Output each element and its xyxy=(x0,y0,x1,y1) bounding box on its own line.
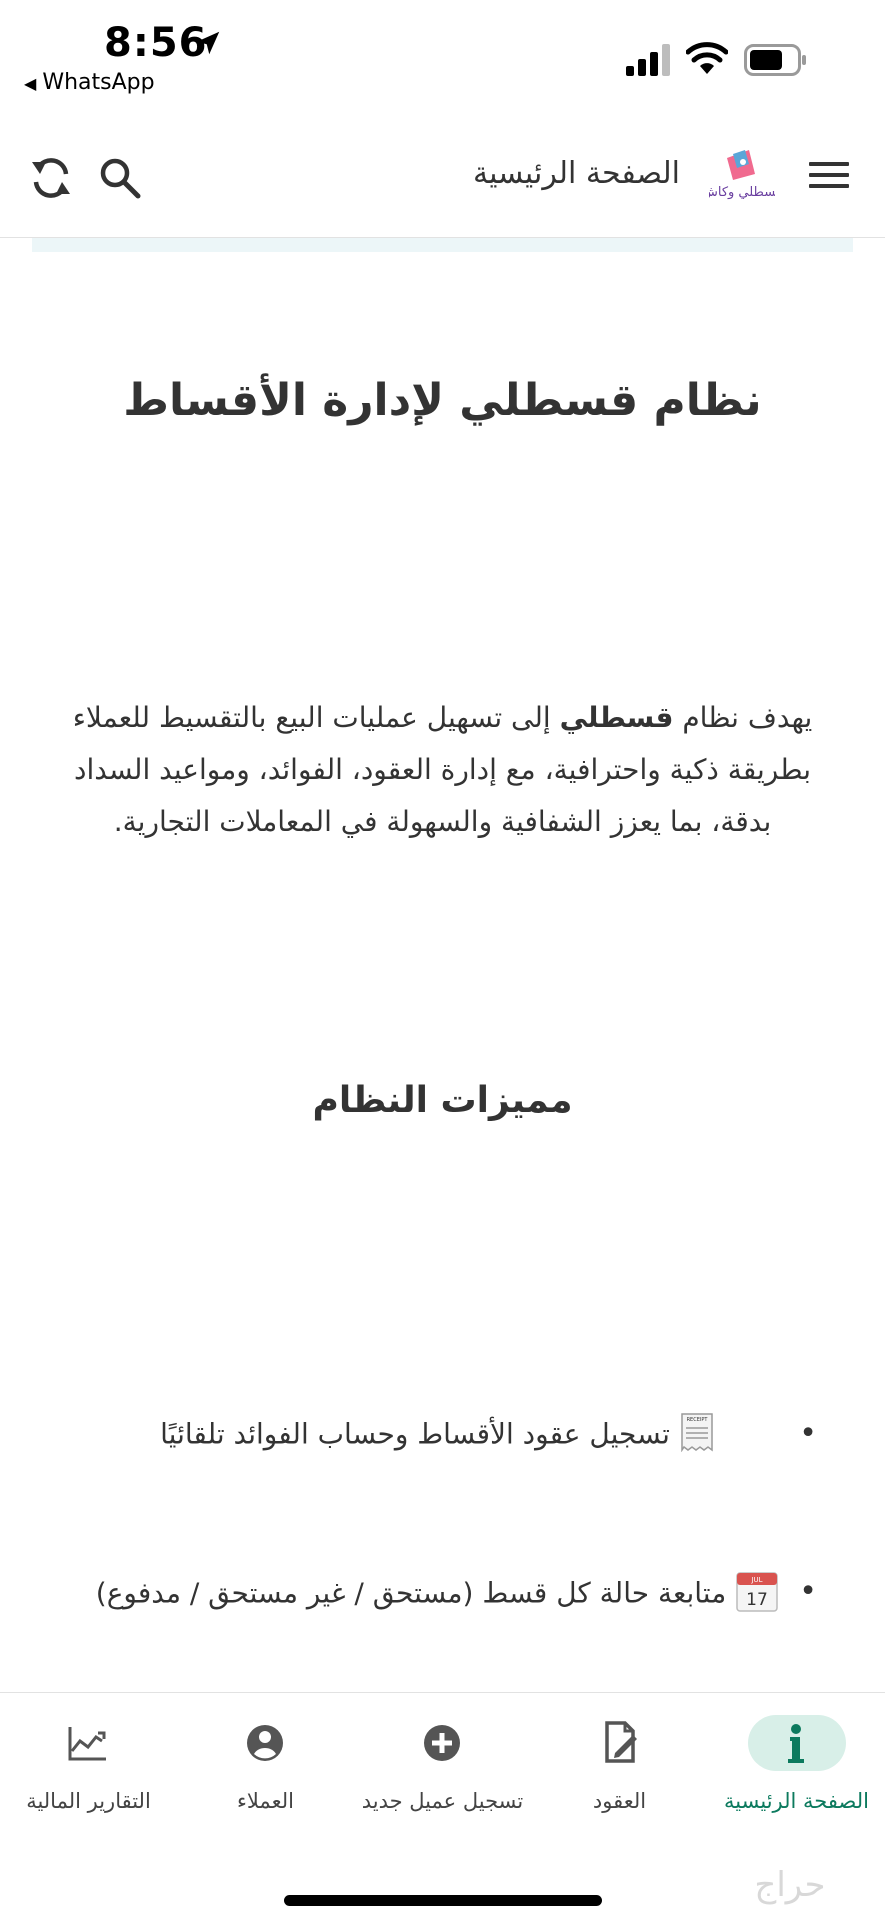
add-circle-icon xyxy=(424,1725,460,1761)
chart-icon xyxy=(68,1727,106,1761)
intro-text-start: يهدف نظام xyxy=(673,701,813,734)
app-bar: قسطلي وكاش الصفحة الرئيسية xyxy=(0,110,885,238)
nav-item-contracts[interactable]: العقود xyxy=(531,1693,708,1833)
nav-label-new-customer: تسجيل عميل جديد xyxy=(361,1789,524,1813)
nav-label-financial-reports: التقارير المالية xyxy=(26,1789,151,1813)
feature-text-row: JUL 17 متابعة حالة كل قسط (مستحق / غير م… xyxy=(57,1570,817,1619)
page-title: الصفحة الرئيسية xyxy=(473,156,680,191)
wifi-icon xyxy=(686,42,728,74)
home-indicator[interactable] xyxy=(284,1895,602,1906)
nav-label-customers: العملاء xyxy=(237,1789,294,1813)
intro-brand-name: قسطلي xyxy=(559,701,674,734)
back-to-app-link[interactable]: ◀ WhatsApp xyxy=(24,70,155,95)
info-icon xyxy=(788,1724,804,1763)
logo-text: قسطلي وكاش xyxy=(709,185,775,200)
header-accent-strip xyxy=(32,238,853,252)
nav-item-new-customer[interactable]: تسجيل عميل جديد xyxy=(354,1693,531,1833)
search-icon[interactable] xyxy=(98,156,142,200)
intro-paragraph: يهدف نظام قسطلي إلى تسهيل عمليات البيع ب… xyxy=(40,692,845,848)
app-logo: قسطلي وكاش xyxy=(702,148,782,210)
watermark-text: حراج xyxy=(754,1865,825,1905)
hamburger-menu-icon[interactable] xyxy=(809,160,849,190)
feature-text: متابعة حالة كل قسط (مستحق / غير مستحق / … xyxy=(95,1576,727,1610)
battery-icon xyxy=(744,44,806,76)
feature-text: تسجيل عقود الأقساط وحساب الفوائد تلقائيً… xyxy=(160,1417,670,1451)
logo-bag-icon: قسطلي وكاش xyxy=(702,150,782,200)
status-bar: 8:56 ◀ WhatsApp xyxy=(0,0,885,100)
back-app-label: WhatsApp xyxy=(42,70,155,95)
nav-item-customers[interactable]: العملاء xyxy=(177,1693,354,1833)
features-title: مميزات النظام xyxy=(312,1080,573,1121)
nav-label-contracts: العقود xyxy=(592,1789,647,1813)
status-clock: 8:56 xyxy=(104,20,208,66)
hero-title: نظام قسطلي لإدارة الأقساط xyxy=(123,375,762,426)
calendar-icon: JUL 17 xyxy=(736,1570,778,1619)
receipt-icon: RECEIPT xyxy=(680,1412,714,1459)
nav-item-home[interactable]: الصفحة الرئيسية xyxy=(708,1693,885,1833)
calendar-icon-month: JUL xyxy=(751,1576,763,1584)
sync-icon[interactable] xyxy=(28,154,74,202)
screen: 8:56 ◀ WhatsApp سطلي وكاش الصفحة الرئيسي… xyxy=(0,0,885,1920)
nav-label-home: الصفحة الرئيسية xyxy=(724,1789,869,1813)
receipt-icon-label: RECEIPT xyxy=(686,1417,708,1423)
calendar-icon-day: 17 xyxy=(746,1590,768,1610)
account-circle-icon xyxy=(247,1725,283,1761)
nav-item-financial-reports[interactable]: التقارير المالية xyxy=(0,1693,177,1833)
location-arrow-icon xyxy=(196,31,220,55)
back-triangle-icon: ◀ xyxy=(24,74,37,93)
feature-text-row: RECEIPT تسجيل عقود الأقساط وحساب الفوائد… xyxy=(57,1412,817,1459)
contract-edit-icon xyxy=(605,1721,637,1763)
cell-signal-icon xyxy=(626,44,670,76)
haraj-watermark: حراج xyxy=(754,1865,825,1905)
